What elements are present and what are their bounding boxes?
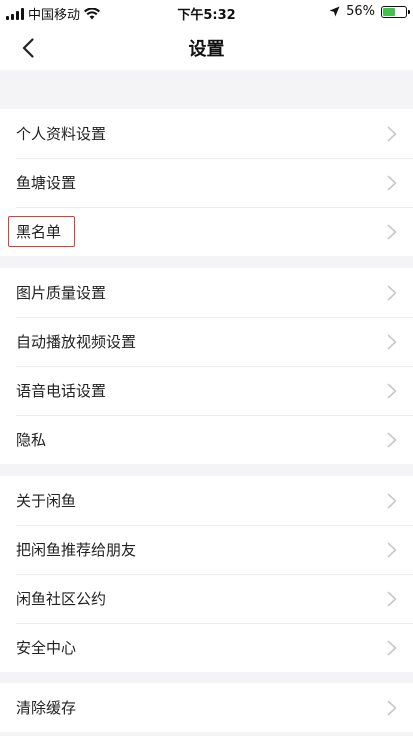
chevron-right-icon [387, 493, 397, 509]
page-title: 设置 [188, 39, 225, 60]
settings-item-voice-call[interactable]: 语音电话设置 [0, 366, 413, 415]
settings-item-label: 隐私 [16, 431, 47, 449]
settings-item-image-quality[interactable]: 图片质量设置 [0, 268, 413, 317]
settings-item-label: 关于闲鱼 [16, 492, 77, 510]
settings-group-about: 关于闲鱼 把闲鱼推荐给朋友 闲鱼社区公约 安全中心 [0, 476, 413, 672]
chevron-right-icon [387, 542, 397, 558]
settings-item-fishpond[interactable]: 鱼塘设置 [0, 158, 413, 207]
settings-item-label: 清除缓存 [16, 699, 77, 717]
settings-item-label: 图片质量设置 [16, 284, 107, 302]
chevron-right-icon [387, 383, 397, 399]
chevron-right-icon [387, 334, 397, 350]
chevron-right-icon [387, 285, 397, 301]
highlight-box [8, 216, 75, 247]
status-bar: 中国移动 下午5:32 56% [0, 0, 413, 24]
battery-percent: 56% [346, 4, 375, 19]
settings-item-blacklist[interactable]: 黑名单 [0, 207, 413, 256]
chevron-right-icon [387, 432, 397, 448]
settings-group-account: 个人资料设置 鱼塘设置 黑名单 [0, 109, 413, 256]
settings-item-community-rules[interactable]: 闲鱼社区公约 [0, 574, 413, 623]
status-right: 56% [329, 4, 410, 19]
settings-item-label: 自动播放视频设置 [16, 333, 137, 351]
location-arrow-icon [329, 6, 340, 17]
settings-group-media: 图片质量设置 自动播放视频设置 语音电话设置 隐私 [0, 268, 413, 464]
chevron-right-icon [387, 640, 397, 656]
settings-item-label: 个人资料设置 [16, 125, 107, 143]
battery-icon [381, 5, 410, 18]
chevron-right-icon [387, 700, 397, 716]
battery-fill [383, 7, 396, 16]
settings-item-about[interactable]: 关于闲鱼 [0, 476, 413, 525]
settings-item-security-center[interactable]: 安全中心 [0, 623, 413, 672]
settings-item-label: 把闲鱼推荐给朋友 [16, 541, 137, 559]
settings-item-profile[interactable]: 个人资料设置 [0, 109, 413, 158]
settings-item-privacy[interactable]: 隐私 [0, 415, 413, 464]
settings-item-label: 语音电话设置 [16, 382, 107, 400]
settings-group-storage: 清除缓存 [0, 683, 413, 732]
settings-item-autoplay-video[interactable]: 自动播放视频设置 [0, 317, 413, 366]
chevron-right-icon [387, 126, 397, 142]
settings-screen: 中国移动 下午5:32 56% 设置 个人资料设置 鱼塘设置 黑名单 图片质量设… [0, 0, 413, 736]
settings-item-label: 安全中心 [16, 639, 77, 657]
settings-item-label: 闲鱼社区公约 [16, 590, 107, 608]
settings-item-recommend[interactable]: 把闲鱼推荐给朋友 [0, 525, 413, 574]
chevron-right-icon [387, 591, 397, 607]
settings-item-label: 鱼塘设置 [16, 174, 77, 192]
settings-item-clear-cache[interactable]: 清除缓存 [0, 683, 413, 732]
chevron-right-icon [387, 175, 397, 191]
nav-bar: 设置 [0, 24, 413, 70]
chevron-right-icon [387, 224, 397, 240]
